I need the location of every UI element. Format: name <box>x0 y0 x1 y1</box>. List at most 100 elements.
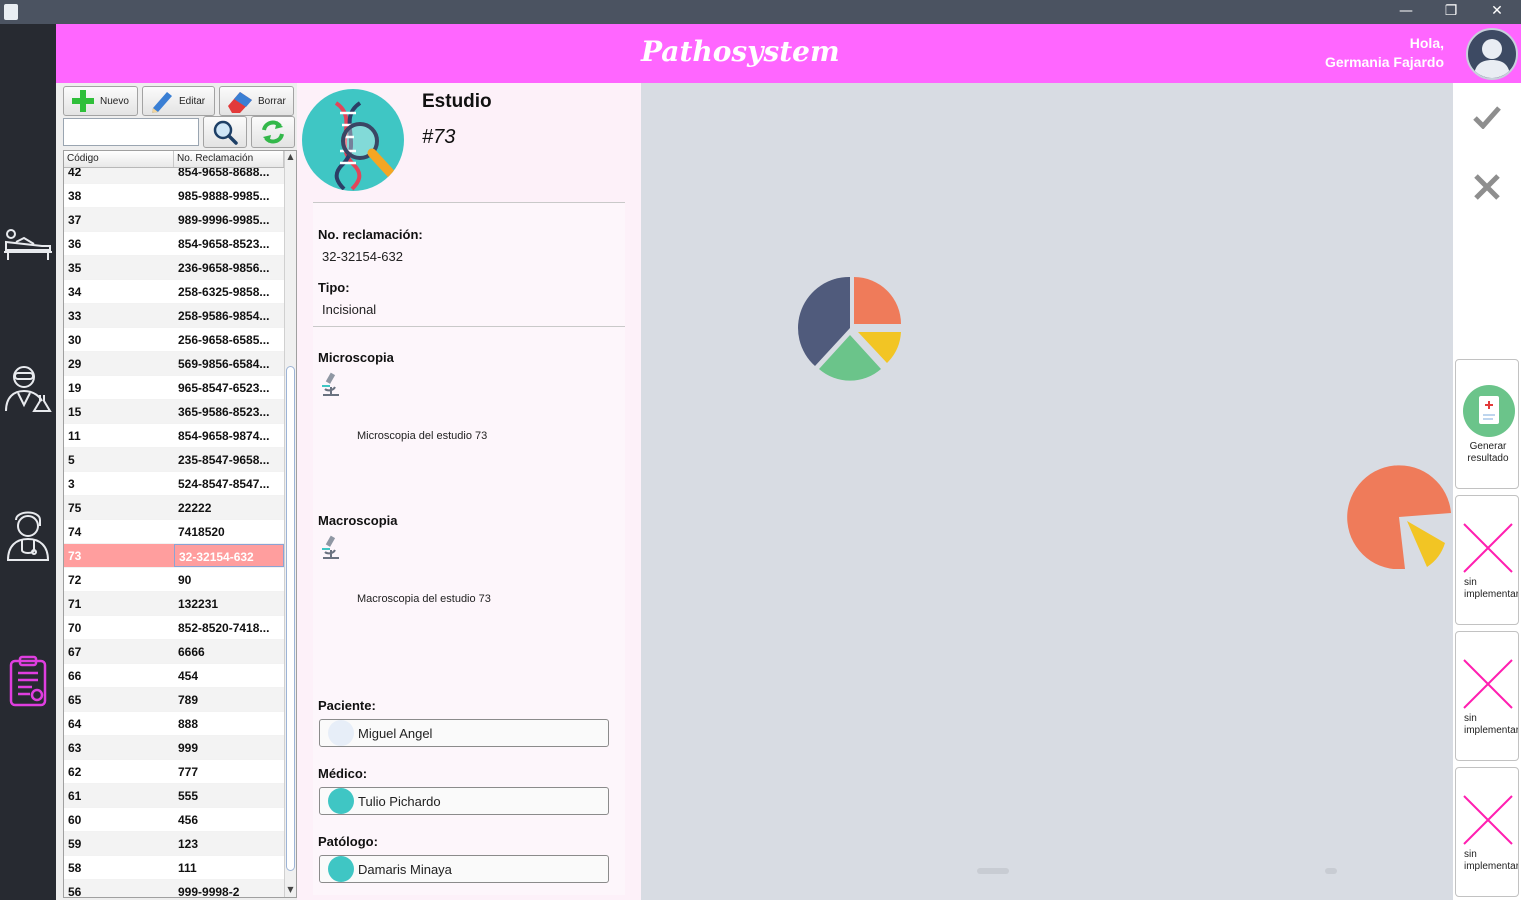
table-row[interactable]: 56 999-9998-2 <box>64 880 284 898</box>
table-row[interactable]: 59 123 <box>64 832 284 856</box>
reclamacion-cell: 852-8520-7418... <box>178 621 270 635</box>
user-greeting: Hola, Germania Fajardo <box>1224 34 1444 72</box>
unimplemented-label-1: sin <box>1464 849 1477 860</box>
codigo-cell: 56 <box>68 885 82 898</box>
table-row[interactable]: 65 789 <box>64 688 284 712</box>
checkmark-icon[interactable] <box>1473 105 1501 129</box>
search-button[interactable] <box>203 116 247 148</box>
reclamacion-cell: 985-9888-9985... <box>178 189 270 203</box>
scrollbar-thumb[interactable] <box>286 366 295 871</box>
codigo-cell: 34 <box>68 285 82 299</box>
table-scrollbar[interactable]: ▲ ▼ <box>284 151 296 897</box>
column-header-reclamacion[interactable]: No. Reclamación <box>174 151 284 167</box>
reclamacion-cell: 6666 <box>178 645 205 659</box>
table-row[interactable]: 38 985-9888-9985... <box>64 184 284 208</box>
generate-label-1: Generar <box>1469 441 1507 452</box>
close-x-icon[interactable] <box>1473 173 1501 201</box>
table-row[interactable]: 66 454 <box>64 664 284 688</box>
table-row[interactable]: 15 365-9586-8523... <box>64 400 284 424</box>
table-row[interactable]: 67 6666 <box>64 640 284 664</box>
codigo-cell: 3 <box>68 477 75 491</box>
content-canvas <box>641 83 1453 900</box>
reclamacion-cell: 111 <box>178 861 197 875</box>
table-row[interactable]: 33 258-9586-9854... <box>64 304 284 328</box>
generate-result-button[interactable]: Generar resultado <box>1455 359 1519 489</box>
pink-x-icon <box>1463 659 1513 709</box>
user-avatar[interactable] <box>1466 28 1518 80</box>
new-button[interactable]: Nuevo <box>63 86 138 116</box>
table-row[interactable]: 36 854-9658-8523... <box>64 232 284 256</box>
codigo-cell: 71 <box>68 597 82 611</box>
codigo-cell: 66 <box>68 669 82 683</box>
table-row[interactable]: 5 235-8547-9658... <box>64 448 284 472</box>
nav-studies[interactable] <box>0 646 56 716</box>
table-row[interactable]: 63 999 <box>64 736 284 760</box>
scroll-up-arrow-icon[interactable]: ▲ <box>285 152 296 164</box>
refresh-button[interactable] <box>251 116 295 148</box>
column-header-codigo[interactable]: Código <box>64 151 174 167</box>
table-row[interactable]: 34 258-6325-9858... <box>64 280 284 304</box>
reclamacion-cell: 888 <box>178 717 199 731</box>
table-row[interactable]: 72 90 <box>64 568 284 592</box>
table-row[interactable]: 62 777 <box>64 760 284 784</box>
table-row[interactable]: 73 32-32154-632 <box>64 544 284 568</box>
delete-button-label: Borrar <box>258 95 286 107</box>
macroscopia-label: Macroscopia <box>318 513 398 528</box>
nav-lab[interactable] <box>0 354 56 424</box>
edit-button[interactable]: Editar <box>142 86 215 116</box>
reclamacion-cell: 258-6325-9858... <box>178 285 270 299</box>
table-row[interactable]: 30 256-9658-6585... <box>64 328 284 352</box>
table-row[interactable]: 60 456 <box>64 808 284 832</box>
patient-icon <box>4 229 52 260</box>
unimplemented-button[interactable]: sin implementar <box>1455 631 1519 761</box>
pink-x-icon <box>1463 795 1513 845</box>
table-row[interactable]: 75 22222 <box>64 496 284 520</box>
codigo-cell: 33 <box>68 309 82 323</box>
nav-doctors[interactable] <box>0 499 56 569</box>
table-row[interactable]: 58 111 <box>64 856 284 880</box>
nav-patients[interactable] <box>0 209 56 279</box>
minimize-button[interactable]: — <box>1383 0 1429 24</box>
codigo-cell: 15 <box>68 405 82 419</box>
table-row[interactable]: 74 7418520 <box>64 520 284 544</box>
left-navigation <box>0 24 56 900</box>
studies-list-panel: Nuevo Editar Borrar 42 854-9658-8688... 38… <box>56 83 297 900</box>
table-row[interactable]: 3 524-8547-8547... <box>64 472 284 496</box>
codigo-cell: 74 <box>68 525 82 539</box>
reclamacion-cell: 854-9658-9874... <box>178 429 270 443</box>
table-row[interactable]: 61 555 <box>64 784 284 808</box>
report-icon <box>1463 385 1515 437</box>
table-row[interactable]: 70 852-8520-7418... <box>64 616 284 640</box>
reclamacion-cell: 132231 <box>178 597 219 611</box>
unimplemented-label-2: implementar <box>1464 725 1519 736</box>
eraser-icon <box>228 92 252 113</box>
codigo-cell: 72 <box>68 573 82 587</box>
paciente-field[interactable]: Miguel Angel <box>319 719 609 747</box>
patient-avatar-icon <box>328 720 354 746</box>
close-window-button[interactable]: ✕ <box>1474 0 1520 24</box>
reclamacion-cell: 22222 <box>178 501 212 515</box>
reclamacion-cell: 854-9658-8523... <box>178 237 270 251</box>
medico-field[interactable]: Tulio Pichardo <box>319 787 609 815</box>
table-row[interactable]: 37 989-9996-9985... <box>64 208 284 232</box>
restore-button[interactable]: ❐ <box>1428 0 1474 24</box>
search-icon <box>213 120 238 145</box>
table-row[interactable]: 11 854-9658-9874... <box>64 424 284 448</box>
study-detail-panel: Estudio #73 No. reclamación: 32-32154-63… <box>297 83 641 900</box>
unimplemented-button[interactable]: sin implementar <box>1455 767 1519 897</box>
patologo-field[interactable]: Damaris Minaya <box>319 855 609 883</box>
doctor-avatar-icon <box>328 788 354 814</box>
table-row[interactable]: 19 965-8547-6523... <box>64 376 284 400</box>
unimplemented-button[interactable]: sin implementar <box>1455 495 1519 625</box>
codigo-cell: 5 <box>68 453 75 467</box>
table-row[interactable]: 29 569-9856-6584... <box>64 352 284 376</box>
search-input[interactable] <box>63 118 199 146</box>
refresh-icon <box>262 120 284 144</box>
table-row[interactable]: 71 132231 <box>64 592 284 616</box>
scroll-indicator <box>977 868 1009 874</box>
pink-x-icon <box>1463 523 1513 573</box>
delete-button[interactable]: Borrar <box>219 86 294 116</box>
table-row[interactable]: 35 236-9658-9856... <box>64 256 284 280</box>
scroll-down-arrow-icon[interactable]: ▼ <box>285 885 296 897</box>
table-row[interactable]: 64 888 <box>64 712 284 736</box>
